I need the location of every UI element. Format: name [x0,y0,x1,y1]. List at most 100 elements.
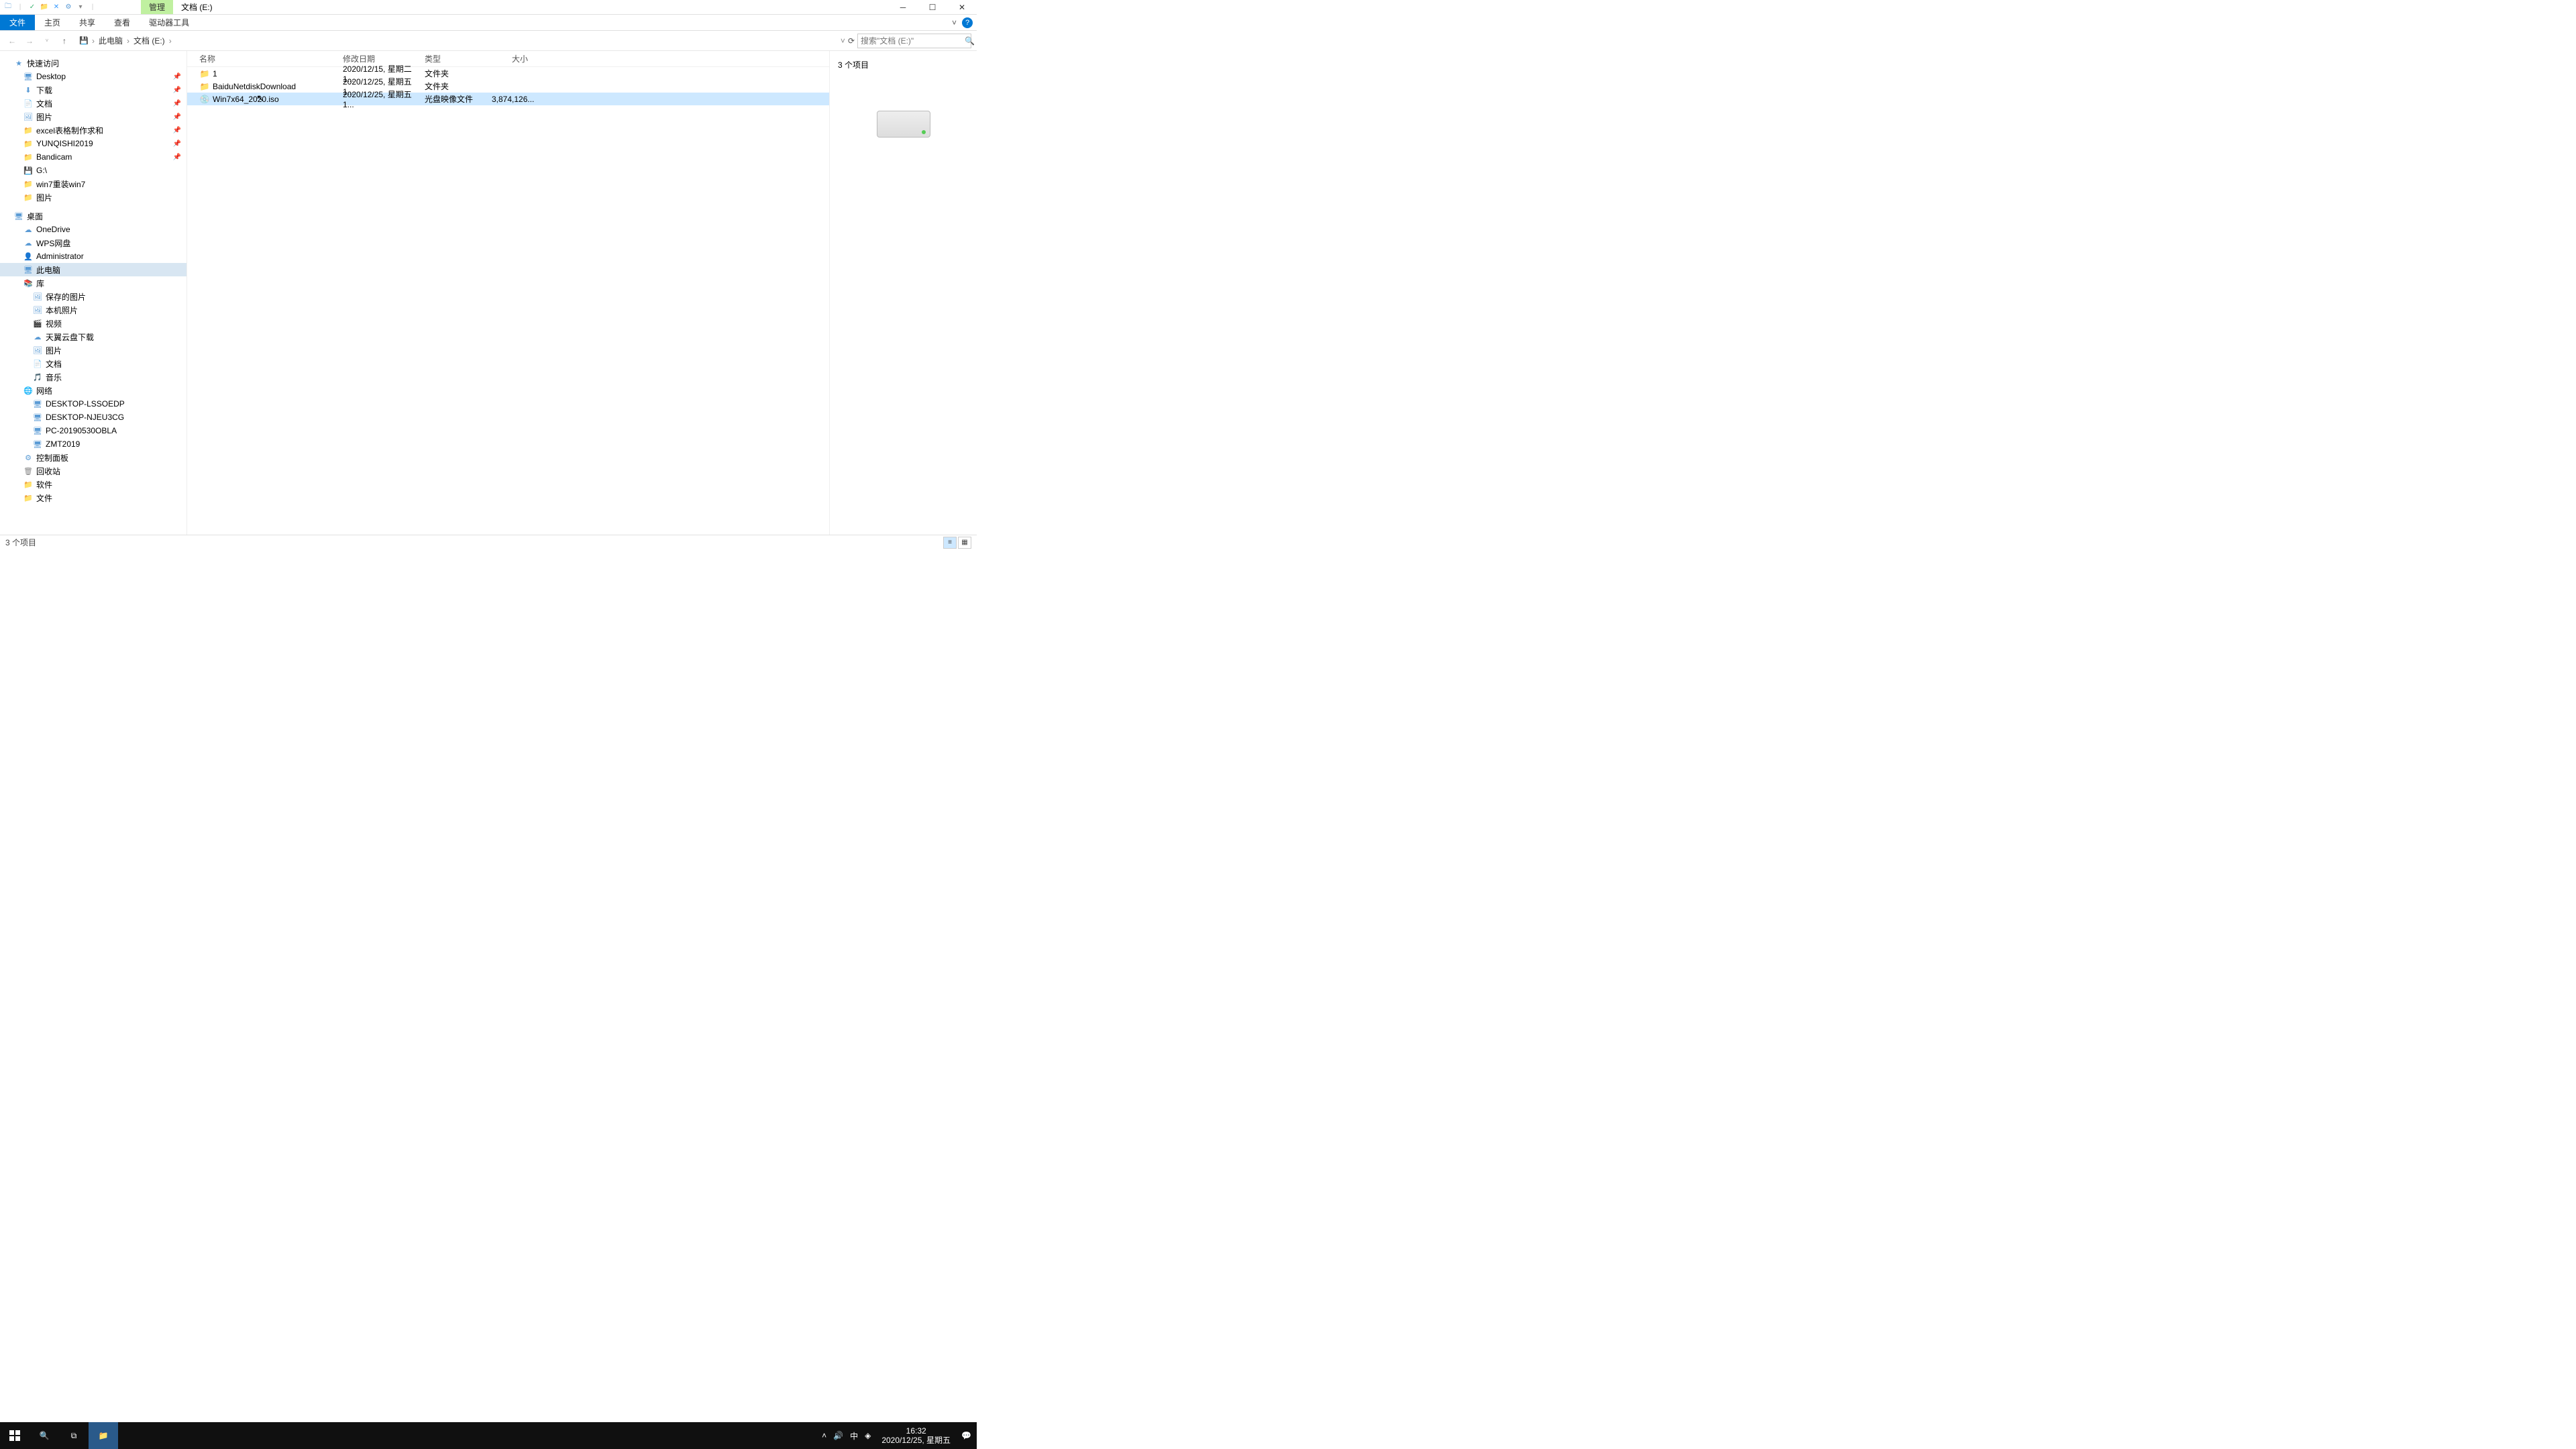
nav-item-label: 本机照片 [46,305,78,316]
ribbon-tab-file[interactable]: 文件 [0,15,35,30]
nav-item-icon: 📄 [32,358,43,369]
nav-item[interactable]: 🗑 回收站 [0,464,186,478]
start-button[interactable] [0,1422,30,1449]
app-icon: 🗀 [3,2,13,13]
nav-item-label: 控制面板 [36,452,68,464]
nav-item[interactable]: 📄 文档 [0,357,186,370]
nav-item[interactable]: 📁 win7重装win7 [0,177,186,191]
col-type[interactable]: 类型 [419,53,486,64]
file-rows[interactable]: 📁1 2020/12/15, 星期二 1... 文件夹 📁BaiduNetdis… [187,67,829,535]
nav-item[interactable]: 📁 YUNQISHI2019📌 [0,137,186,150]
nav-item-icon: ☁ [23,224,34,235]
file-type: 文件夹 [419,68,486,79]
nav-item[interactable]: ☁ 天翼云盘下载 [0,330,186,343]
file-row[interactable]: 📁BaiduNetdiskDownload 2020/12/25, 星期五 1.… [187,80,829,93]
nav-item[interactable]: 🌐 网络 [0,384,186,397]
ribbon-tab-home[interactable]: 主页 [35,15,70,30]
nav-item[interactable]: 📁 Bandicam📌 [0,150,186,164]
qat-dropdown-icon[interactable]: ▾ [75,2,86,13]
file-row[interactable]: 📁1 2020/12/15, 星期二 1... 文件夹 [187,67,829,80]
breadcrumb[interactable]: 💾 › 此电脑 › 文档 (E:) › [75,34,837,48]
address-bar: ← → ˅ ↑ 💾 › 此电脑 › 文档 (E:) › ˅ ⟳ 🔍 [0,31,977,51]
nav-item[interactable]: 🖥 Desktop📌 [0,70,186,83]
ribbon-tab-drive-tools[interactable]: 驱动器工具 [140,15,199,30]
checkmark-icon[interactable]: ✓ [27,2,38,13]
tray-ime-icon[interactable]: 中 [850,1430,858,1442]
nav-item[interactable]: 📁 excel表格制作求和📌 [0,123,186,137]
nav-item[interactable]: 🖥 此电脑 [0,263,186,276]
nav-item-label: 图片 [36,192,52,203]
nav-item[interactable]: 🎵 音乐 [0,370,186,384]
col-size[interactable]: 大小 [486,53,533,64]
chevron-right-icon[interactable]: › [125,36,131,46]
nav-item-label: 音乐 [46,372,62,383]
nav-item[interactable]: 🖥 DESKTOP-LSSOEDP [0,397,186,411]
taskbar[interactable]: 🔍 ⧉ 📁 ˄ 🔊 中 ◈ 16:32 2020/12/25, 星期五 💬 [0,1422,977,1449]
ribbon-expand-icon[interactable]: ˅ [952,18,957,28]
search-input[interactable] [861,36,965,46]
recent-dropdown-icon[interactable]: ˅ [40,34,54,48]
preview-pane: 3 个项目 [829,51,977,535]
nav-quick-access[interactable]: ★ 快速访问 [0,56,186,70]
close-x-icon[interactable]: ✕ [51,2,62,13]
nav-item[interactable]: 🖼 图片📌 [0,110,186,123]
navigation-pane[interactable]: ★ 快速访问 🖥 Desktop📌 ⬇ 下载📌 📄 文档📌 🖼 图片📌 📁 ex… [0,51,186,535]
taskbar-explorer[interactable]: 📁 [89,1422,118,1449]
qat-separator: | [87,2,98,13]
breadcrumb-drive[interactable]: 文档 (E:) [132,35,166,46]
taskbar-clock[interactable]: 16:32 2020/12/25, 星期五 [877,1426,955,1445]
chevron-right-icon[interactable]: › [91,36,96,46]
nav-item[interactable]: 📁 软件 [0,478,186,491]
nav-item[interactable]: 🖼 本机照片 [0,303,186,317]
nav-item[interactable]: 🖥 DESKTOP-NJEU3CG [0,411,186,424]
nav-item[interactable]: 🖥 PC-20190530OBLA [0,424,186,437]
nav-item-label: 此电脑 [36,264,60,276]
nav-item-label: Bandicam [36,152,72,162]
nav-item[interactable]: ⬇ 下载📌 [0,83,186,97]
history-dropdown-icon[interactable]: ˅ [841,36,845,46]
refresh-icon[interactable]: ⟳ [848,36,855,46]
forward-button[interactable]: → [23,34,36,48]
help-icon[interactable]: ? [962,17,973,28]
nav-item[interactable]: 💾 G:\ [0,164,186,177]
folder-icon[interactable]: 📁 [39,2,50,13]
nav-item-label: Administrator [36,252,84,261]
nav-item[interactable]: 📁 图片 [0,191,186,204]
nav-item[interactable]: ☁ WPS网盘 [0,236,186,250]
maximize-button[interactable]: ☐ [918,0,947,15]
nav-item[interactable]: 🖥 ZMT2019 [0,437,186,451]
tray-volume-icon[interactable]: 🔊 [833,1431,843,1440]
nav-item[interactable]: 🖼 图片 [0,343,186,357]
nav-item[interactable]: 📚 库 [0,276,186,290]
chevron-right-icon[interactable]: › [168,36,173,46]
contextual-tab-manage[interactable]: 管理 [141,0,173,14]
tray-notifications-icon[interactable]: 💬 [961,1431,971,1440]
nav-item[interactable]: 📄 文档📌 [0,97,186,110]
tray-chevron-up-icon[interactable]: ˄ [822,1431,826,1440]
view-details-icon[interactable]: ≡ [943,537,957,549]
search-box[interactable]: 🔍 [857,34,971,48]
search-button[interactable]: 🔍 [30,1422,59,1449]
ribbon-tab-share[interactable]: 共享 [70,15,105,30]
nav-item[interactable]: 🖼 保存的图片 [0,290,186,303]
nav-item-icon: 🎵 [32,372,43,382]
tray-network-icon[interactable]: ◈ [865,1431,871,1440]
breadcrumb-pc[interactable]: 此电脑 [97,35,124,46]
up-button[interactable]: ↑ [58,34,71,48]
nav-item[interactable]: 👤 Administrator [0,250,186,263]
search-icon[interactable]: 🔍 [965,36,975,46]
nav-item[interactable]: ☁ OneDrive [0,223,186,236]
nav-item[interactable]: 🎬 视频 [0,317,186,330]
col-name[interactable]: 名称 [187,53,337,64]
gear-icon[interactable]: ⚙ [63,2,74,13]
minimize-button[interactable]: ─ [888,0,918,15]
back-button[interactable]: ← [5,34,19,48]
nav-desktop[interactable]: 🖥 桌面 [0,209,186,223]
close-button[interactable]: ✕ [947,0,977,15]
nav-item[interactable]: ⚙ 控制面板 [0,451,186,464]
file-row[interactable]: 💿Win7x64_2020.iso 2020/12/25, 星期五 1... 光… [187,93,829,105]
ribbon-tab-view[interactable]: 查看 [105,15,140,30]
view-thumbnails-icon[interactable]: ▦ [958,537,971,549]
nav-item[interactable]: 📁 文件 [0,491,186,504]
task-view-button[interactable]: ⧉ [59,1422,89,1449]
